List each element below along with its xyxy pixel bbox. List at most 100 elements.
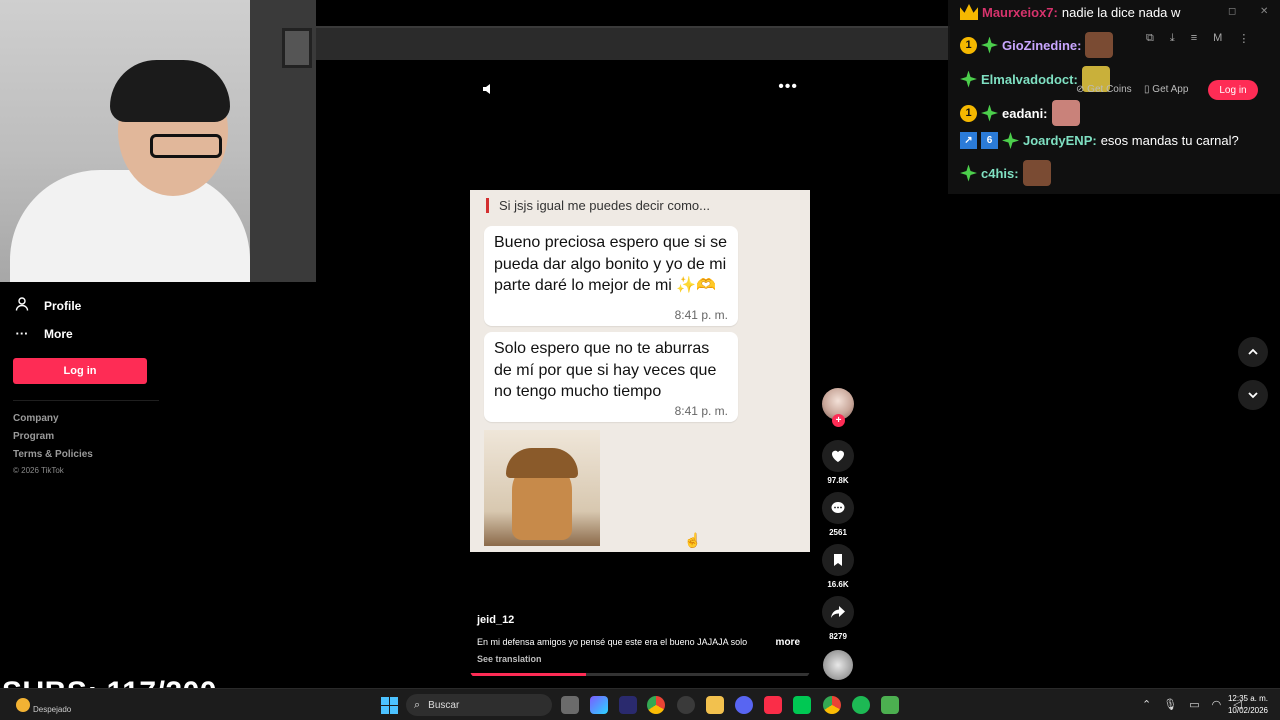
chat-username: JoardyENP: — [1023, 133, 1097, 148]
coin-icon: ⊘ — [1076, 84, 1085, 95]
chevron-up-icon[interactable]: ⌃ — [1142, 698, 1151, 711]
header-login-button[interactable]: Log in — [1208, 80, 1258, 100]
window-minimize-icon[interactable]: ◻ — [1228, 6, 1236, 17]
download-icon[interactable]: ⤓ — [1170, 32, 1175, 45]
window-close-icon[interactable]: ✕ — [1260, 6, 1268, 17]
profile-icon[interactable]: M — [1213, 32, 1222, 45]
video-progress-bar[interactable] — [470, 673, 810, 676]
windows-taskbar: Despejado ⌕ Buscar ⌃ 🎙 ▭ ◠ ◁ 12:35 a. m.… — [0, 688, 1280, 720]
kebab-menu-icon[interactable]: ⋮ — [1238, 32, 1249, 45]
comment-count: 2561 — [829, 528, 847, 537]
more-options-icon[interactable]: ••• — [778, 78, 798, 96]
quoted-message: Si jsjs igual me puedes decir como... — [486, 198, 736, 213]
volume-icon[interactable] — [482, 82, 496, 99]
microphone-icon[interactable]: 🎙 — [1163, 698, 1177, 711]
webcam-feed — [0, 0, 316, 282]
task-view-icon[interactable] — [561, 696, 579, 714]
tier-one-badge-icon: 1 — [960, 36, 977, 54]
chrome-icon[interactable] — [647, 696, 665, 714]
sidebar-item-label: More — [44, 326, 73, 341]
share-icon[interactable] — [822, 596, 854, 628]
chat-text: nadie la dice nada w — [1061, 4, 1181, 20]
get-app-label: Get App — [1152, 84, 1189, 95]
browser-toolbar: ⧉ ⤓ ≡ M ⋮ — [1146, 32, 1249, 45]
caption-more-link[interactable]: more — [776, 637, 800, 648]
chat-bubble-text: Solo espero que no te aburras de mí por … — [494, 340, 717, 400]
like-action[interactable]: 97.8K — [822, 440, 854, 485]
extensions-icon[interactable]: ⧉ — [1146, 32, 1154, 45]
comment-action[interactable]: 2561 — [822, 492, 854, 537]
footer-link-program[interactable]: Program — [13, 431, 54, 442]
save-action[interactable]: 16.6K — [822, 544, 854, 589]
sidebar-item-profile[interactable]: Profile — [14, 297, 81, 314]
crown-badge-icon — [960, 4, 978, 20]
sidebar-item-label: Profile — [44, 298, 82, 313]
weather-sun-icon[interactable] — [16, 698, 30, 712]
phone-icon: ▯ — [1144, 84, 1150, 95]
emote-icon — [1051, 100, 1080, 126]
sub-badge-icon: 6 — [981, 132, 998, 149]
gem-badge-icon — [960, 70, 977, 88]
file-explorer-icon[interactable] — [706, 696, 724, 714]
bookmark-icon[interactable] — [822, 544, 854, 576]
emote-icon — [1022, 160, 1051, 186]
premiere-icon[interactable] — [619, 696, 637, 714]
discord-icon[interactable] — [735, 696, 753, 714]
chrome-profile-icon[interactable] — [823, 696, 841, 714]
github-icon[interactable] — [677, 696, 695, 714]
sidebar-login-button[interactable]: Log in — [13, 358, 147, 384]
webcam-picture-frame — [282, 28, 312, 68]
chat-username: Maurxeiox7: — [982, 4, 1058, 20]
gem-badge-icon — [981, 36, 998, 54]
video-username[interactable]: jeid_12 — [477, 614, 514, 626]
heart-icon[interactable] — [822, 440, 854, 472]
share-action[interactable]: 8279 — [822, 596, 854, 641]
taskbar-clock[interactable]: 12:35 a. m. 10/02/2026 — [1224, 693, 1272, 717]
wifi-icon[interactable]: ◠ — [1212, 698, 1222, 711]
weather-text[interactable]: Despejado — [33, 705, 71, 714]
green-app-icon[interactable] — [852, 696, 870, 714]
share-count: 8279 — [829, 632, 847, 641]
follow-plus-icon[interactable]: + — [832, 414, 845, 427]
chat-message: 1 eadani: — [960, 100, 1080, 126]
music-app-icon[interactable] — [764, 696, 782, 714]
sidebar-item-more[interactable]: ··· More — [14, 326, 73, 341]
search-placeholder: Buscar — [428, 699, 460, 711]
chat-bubble-time: 8:41 p. m. — [674, 308, 728, 322]
copilot-icon[interactable] — [590, 696, 608, 714]
gem-badge-icon — [1002, 132, 1019, 149]
webcam-streamer-body — [10, 170, 250, 282]
webcam-streamer-hair — [110, 60, 230, 122]
chat-message: Maurxeiox7: nadie la dice nada w — [960, 4, 1180, 20]
sidebar-divider — [13, 400, 159, 401]
dog-head — [506, 448, 578, 478]
kick-app-icon[interactable] — [793, 696, 811, 714]
windows-start-icon[interactable] — [381, 697, 398, 714]
music-disc-icon[interactable] — [823, 650, 853, 680]
chat-bubble: Bueno preciosa espero que si se pueda da… — [484, 226, 738, 326]
playlist-icon[interactable]: ≡ — [1191, 32, 1197, 45]
search-icon: ⌕ — [414, 698, 421, 711]
clock-date: 10/02/2026 — [1227, 706, 1269, 715]
taskbar-search-box[interactable]: ⌕ Buscar — [406, 694, 552, 716]
next-video-button[interactable] — [1238, 380, 1268, 410]
see-translation-link[interactable]: See translation — [477, 654, 542, 664]
chat-text: esos mandas tu carnal? — [1100, 133, 1239, 148]
chat-username: c4his: — [981, 165, 1019, 181]
monitor-icon[interactable]: ▭ — [1189, 698, 1199, 711]
chat-bubble-time: 8:41 p. m. — [674, 404, 728, 418]
ellipsis-icon: ··· — [15, 326, 29, 341]
get-app-link[interactable]: ▯ Get App — [1144, 84, 1188, 95]
gem-badge-icon — [981, 104, 998, 122]
chat-message: ↗ 6 JoardyENP: esos mandas tu carnal? — [960, 132, 1239, 149]
get-coins-link[interactable]: ⊘ Get Coins — [1076, 84, 1132, 95]
comment-icon[interactable] — [822, 492, 854, 524]
video-player[interactable]: ••• Si jsjs igual me puedes decir como..… — [470, 70, 810, 678]
footer-link-terms[interactable]: Terms & Policies — [13, 449, 93, 460]
minecraft-icon[interactable] — [881, 696, 899, 714]
like-count: 97.8K — [827, 476, 849, 485]
tier-one-badge-icon: 1 — [960, 104, 977, 122]
footer-link-company[interactable]: Company — [13, 413, 59, 424]
get-coins-label: Get Coins — [1087, 84, 1132, 95]
previous-video-button[interactable] — [1238, 337, 1268, 367]
